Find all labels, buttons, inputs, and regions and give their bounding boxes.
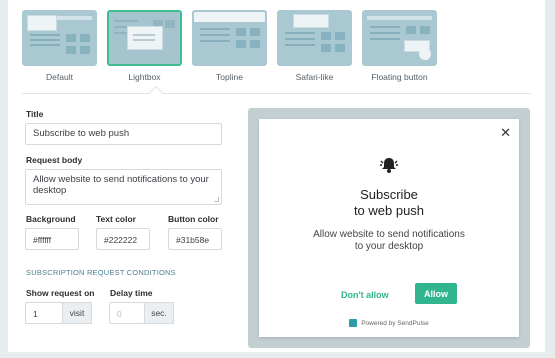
request-body-text: Allow website to send notifications to y… bbox=[33, 174, 209, 196]
preview-area: ✕ Subscribe to web push Allow website to… bbox=[248, 108, 530, 348]
dialog-title: Subscribe to web push bbox=[259, 187, 519, 219]
background-label: Background bbox=[26, 214, 76, 224]
template-label: Safari-like bbox=[295, 72, 334, 82]
title-input[interactable]: Subscribe to web push bbox=[25, 123, 222, 145]
dialog-title-line2: to web push bbox=[353, 203, 425, 218]
subscription-dialog-preview: ✕ Subscribe to web push Allow website to… bbox=[259, 119, 519, 337]
template-floating-button-thumbnail bbox=[362, 10, 437, 66]
dont-allow-button[interactable]: Don't allow bbox=[341, 290, 389, 300]
title-label: Title bbox=[26, 109, 44, 119]
template-label: Default bbox=[46, 72, 73, 82]
powered-by-text: Powered by SendPulse bbox=[361, 319, 429, 327]
dialog-body-line1: Allow website to send notifications bbox=[313, 229, 465, 240]
template-lightbox[interactable]: Lightbox bbox=[107, 10, 182, 82]
delay-time-input[interactable]: 0 bbox=[109, 302, 145, 324]
background-color-input[interactable]: #ffffff bbox=[25, 228, 79, 250]
button-color-label: Button color bbox=[168, 214, 219, 224]
delay-time-label: Delay time bbox=[110, 288, 153, 298]
resize-grip-icon[interactable] bbox=[214, 197, 219, 202]
show-request-label: Show request on bbox=[26, 288, 95, 298]
template-label: Lightbox bbox=[128, 72, 161, 82]
template-selector: Default Lightbox Topline Safari-like Flo… bbox=[22, 10, 437, 82]
template-label: Floating button bbox=[371, 72, 428, 82]
dialog-body-line2: to your desktop bbox=[354, 241, 424, 252]
template-lightbox-thumbnail bbox=[107, 10, 182, 66]
bell-icon bbox=[378, 155, 400, 180]
allow-button[interactable]: Allow bbox=[415, 283, 457, 304]
template-floating-button[interactable]: Floating button bbox=[362, 10, 437, 82]
show-request-input[interactable]: 1 bbox=[25, 302, 63, 324]
text-color-label: Text color bbox=[96, 214, 136, 224]
button-color-input[interactable]: #31b58e bbox=[168, 228, 222, 250]
request-body-label: Request body bbox=[26, 155, 83, 165]
template-default-thumbnail bbox=[22, 10, 97, 66]
template-safari-like[interactable]: Safari-like bbox=[277, 10, 352, 82]
dialog-body: Allow website to send notifications to y… bbox=[259, 229, 519, 253]
divider bbox=[22, 93, 531, 94]
close-icon[interactable]: ✕ bbox=[500, 125, 511, 141]
text-color-input[interactable]: #222222 bbox=[96, 228, 150, 250]
request-body-textarea[interactable]: Allow website to send notifications to y… bbox=[25, 169, 222, 205]
show-request-unit: visit bbox=[62, 302, 92, 324]
template-default[interactable]: Default bbox=[22, 10, 97, 82]
template-topline-thumbnail bbox=[192, 10, 267, 66]
dialog-title-line1: Subscribe bbox=[360, 187, 418, 202]
template-topline[interactable]: Topline bbox=[192, 10, 267, 82]
template-label: Topline bbox=[216, 72, 243, 82]
powered-by: Powered by SendPulse bbox=[259, 319, 519, 327]
sendpulse-logo-icon bbox=[349, 319, 358, 327]
settings-panel: Default Lightbox Topline Safari-like Flo… bbox=[8, 0, 545, 352]
selection-pointer bbox=[148, 85, 164, 101]
conditions-section-title: SUBSCRIPTION REQUEST CONDITIONS bbox=[26, 268, 176, 277]
delay-time-unit: sec. bbox=[144, 302, 174, 324]
template-safari-like-thumbnail bbox=[277, 10, 352, 66]
